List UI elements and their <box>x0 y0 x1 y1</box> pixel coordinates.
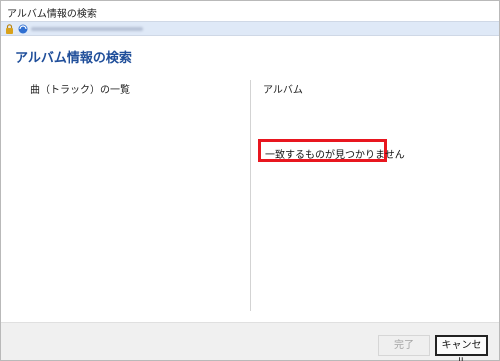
globe-icon <box>18 24 28 34</box>
address-bar <box>1 21 499 36</box>
cancel-button[interactable]: キャンセル <box>435 335 488 361</box>
dialog-footer: 完了 キャンセル <box>1 322 499 361</box>
album-header: アルバム <box>263 85 303 96</box>
column-divider <box>250 80 251 311</box>
lock-icon <box>6 24 13 34</box>
blurred-url <box>31 27 143 31</box>
track-list-header: 曲（トラック）の一覧 <box>30 85 130 96</box>
page-title: アルバム情報の検索 <box>15 51 132 66</box>
done-button[interactable]: 完了 <box>378 335 430 356</box>
album-search-dialog: アルバム情報の検索 アルバム情報の検索 曲（トラック）の一覧 アルバム 一致する… <box>0 0 500 361</box>
window-title: アルバム情報の検索 <box>7 9 97 20</box>
no-match-message: 一致するものが見つかりません <box>265 150 405 161</box>
title-bar[interactable]: アルバム情報の検索 <box>1 1 499 21</box>
no-match-highlight: 一致するものが見つかりません <box>258 139 405 162</box>
